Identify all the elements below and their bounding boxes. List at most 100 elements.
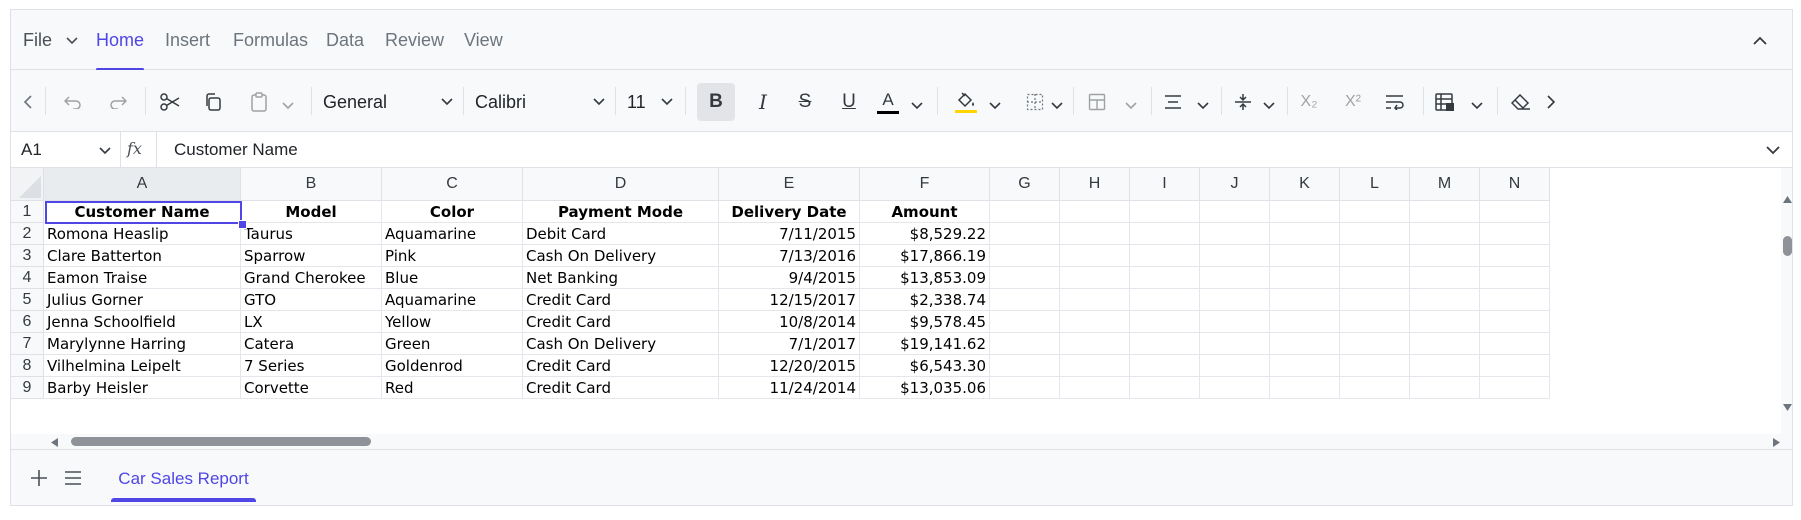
- table-cell[interactable]: Credit Card: [523, 289, 719, 311]
- vertical-scroll-thumb[interactable]: [1783, 236, 1792, 256]
- merge-chevron-icon[interactable]: [1125, 97, 1137, 115]
- table-cell[interactable]: [1270, 355, 1340, 377]
- underline-button[interactable]: U: [835, 86, 863, 118]
- table-cell[interactable]: [1410, 223, 1480, 245]
- column-header-e[interactable]: E: [719, 168, 860, 201]
- scroll-left-arrow-icon[interactable]: [51, 438, 58, 447]
- table-cell[interactable]: Goldenrod: [382, 355, 523, 377]
- column-header-f[interactable]: F: [860, 168, 990, 201]
- table-cell[interactable]: Marylynne Harring: [44, 333, 241, 355]
- table-cell[interactable]: 12/15/2017: [719, 289, 860, 311]
- tab-file[interactable]: File: [23, 10, 78, 70]
- table-cell[interactable]: [1200, 311, 1270, 333]
- sheet-tab-car-sales-report[interactable]: Car Sales Report: [111, 450, 256, 505]
- header-cell[interactable]: [1060, 201, 1130, 223]
- row-header-3[interactable]: 3: [11, 245, 44, 267]
- fill-color-chevron-icon[interactable]: [989, 97, 1001, 115]
- tab-data[interactable]: Data: [326, 10, 364, 70]
- table-cell[interactable]: Credit Card: [523, 377, 719, 399]
- table-cell[interactable]: $17,866.19: [860, 245, 990, 267]
- table-cell[interactable]: Taurus: [241, 223, 382, 245]
- font-family-dropdown[interactable]: Calibri: [475, 86, 605, 118]
- table-cell[interactable]: [1130, 333, 1200, 355]
- table-cell[interactable]: [1060, 289, 1130, 311]
- header-cell[interactable]: Amount: [860, 201, 990, 223]
- table-cell[interactable]: [1130, 289, 1200, 311]
- table-cell[interactable]: 7/13/2016: [719, 245, 860, 267]
- table-cell[interactable]: [1340, 289, 1410, 311]
- row-header-8[interactable]: 8: [11, 355, 44, 377]
- table-cell[interactable]: $8,529.22: [860, 223, 990, 245]
- scroll-right-arrow-icon[interactable]: [1773, 438, 1780, 447]
- tab-home[interactable]: Home: [96, 10, 145, 71]
- row-header-4[interactable]: 4: [11, 267, 44, 289]
- subscript-button[interactable]: X₂: [1297, 86, 1321, 118]
- row-header-5[interactable]: 5: [11, 289, 44, 311]
- column-header-i[interactable]: I: [1130, 168, 1200, 201]
- column-header-m[interactable]: M: [1410, 168, 1480, 201]
- table-cell[interactable]: [1340, 311, 1410, 333]
- header-cell[interactable]: Customer Name: [44, 201, 241, 223]
- table-cell[interactable]: [1480, 377, 1550, 399]
- table-cell[interactable]: Romona Heaslip: [44, 223, 241, 245]
- table-cell[interactable]: 7 Series: [241, 355, 382, 377]
- borders-button[interactable]: [1023, 86, 1047, 118]
- table-cell[interactable]: [1060, 333, 1130, 355]
- table-cell[interactable]: [1130, 355, 1200, 377]
- table-cell[interactable]: [1270, 377, 1340, 399]
- tab-review[interactable]: Review: [385, 10, 444, 70]
- table-cell[interactable]: [1060, 311, 1130, 333]
- toolbar-scroll-right-button[interactable]: [1541, 86, 1561, 118]
- superscript-button[interactable]: X²: [1341, 86, 1365, 118]
- spreadsheet-grid[interactable]: A B C D E F G H I J K L M N 1 Customer Name Model Color Pa…: [11, 168, 1781, 434]
- table-cell[interactable]: GTO: [241, 289, 382, 311]
- table-cell[interactable]: 7/11/2015: [719, 223, 860, 245]
- table-cell[interactable]: [1270, 289, 1340, 311]
- redo-button[interactable]: [106, 86, 130, 118]
- horizontal-align-button[interactable]: [1161, 86, 1185, 118]
- table-cell[interactable]: [1200, 267, 1270, 289]
- table-cell[interactable]: [990, 355, 1060, 377]
- table-cell[interactable]: [1480, 355, 1550, 377]
- sheet-list-button[interactable]: [61, 466, 85, 490]
- table-cell[interactable]: [990, 311, 1060, 333]
- header-cell[interactable]: [1410, 201, 1480, 223]
- table-cell[interactable]: [1270, 223, 1340, 245]
- table-cell[interactable]: Yellow: [382, 311, 523, 333]
- column-header-k[interactable]: K: [1270, 168, 1340, 201]
- table-cell[interactable]: Barby Heisler: [44, 377, 241, 399]
- table-cell[interactable]: 7/1/2017: [719, 333, 860, 355]
- bold-button[interactable]: B: [697, 83, 735, 121]
- table-cell[interactable]: [1340, 223, 1410, 245]
- table-cell[interactable]: Blue: [382, 267, 523, 289]
- collapse-ribbon-button[interactable]: [1748, 28, 1772, 52]
- table-cell[interactable]: Jenna Schoolfield: [44, 311, 241, 333]
- table-cell[interactable]: [1130, 267, 1200, 289]
- table-cell[interactable]: [1480, 289, 1550, 311]
- table-cell[interactable]: [1130, 311, 1200, 333]
- table-cell[interactable]: [990, 223, 1060, 245]
- table-cell[interactable]: Eamon Traise: [44, 267, 241, 289]
- table-cell[interactable]: [1200, 355, 1270, 377]
- table-cell[interactable]: Clare Batterton: [44, 245, 241, 267]
- formula-input[interactable]: Customer Name: [174, 132, 298, 167]
- table-cell[interactable]: [1060, 377, 1130, 399]
- horizontal-scroll-thumb[interactable]: [71, 437, 371, 446]
- table-cell[interactable]: [990, 377, 1060, 399]
- column-header-g[interactable]: G: [990, 168, 1060, 201]
- table-cell[interactable]: [1480, 223, 1550, 245]
- horizontal-align-chevron-icon[interactable]: [1197, 97, 1209, 115]
- table-cell[interactable]: Credit Card: [523, 311, 719, 333]
- table-cell[interactable]: [1270, 245, 1340, 267]
- table-cell[interactable]: [1410, 311, 1480, 333]
- table-cell[interactable]: [1130, 223, 1200, 245]
- table-cell[interactable]: [1060, 245, 1130, 267]
- italic-button[interactable]: I: [749, 86, 777, 118]
- table-cell[interactable]: [1270, 333, 1340, 355]
- row-header-9[interactable]: 9: [11, 377, 44, 399]
- row-header-7[interactable]: 7: [11, 333, 44, 355]
- table-cell[interactable]: Catera: [241, 333, 382, 355]
- table-cell[interactable]: [990, 245, 1060, 267]
- table-cell[interactable]: [1410, 245, 1480, 267]
- table-cell[interactable]: [1200, 245, 1270, 267]
